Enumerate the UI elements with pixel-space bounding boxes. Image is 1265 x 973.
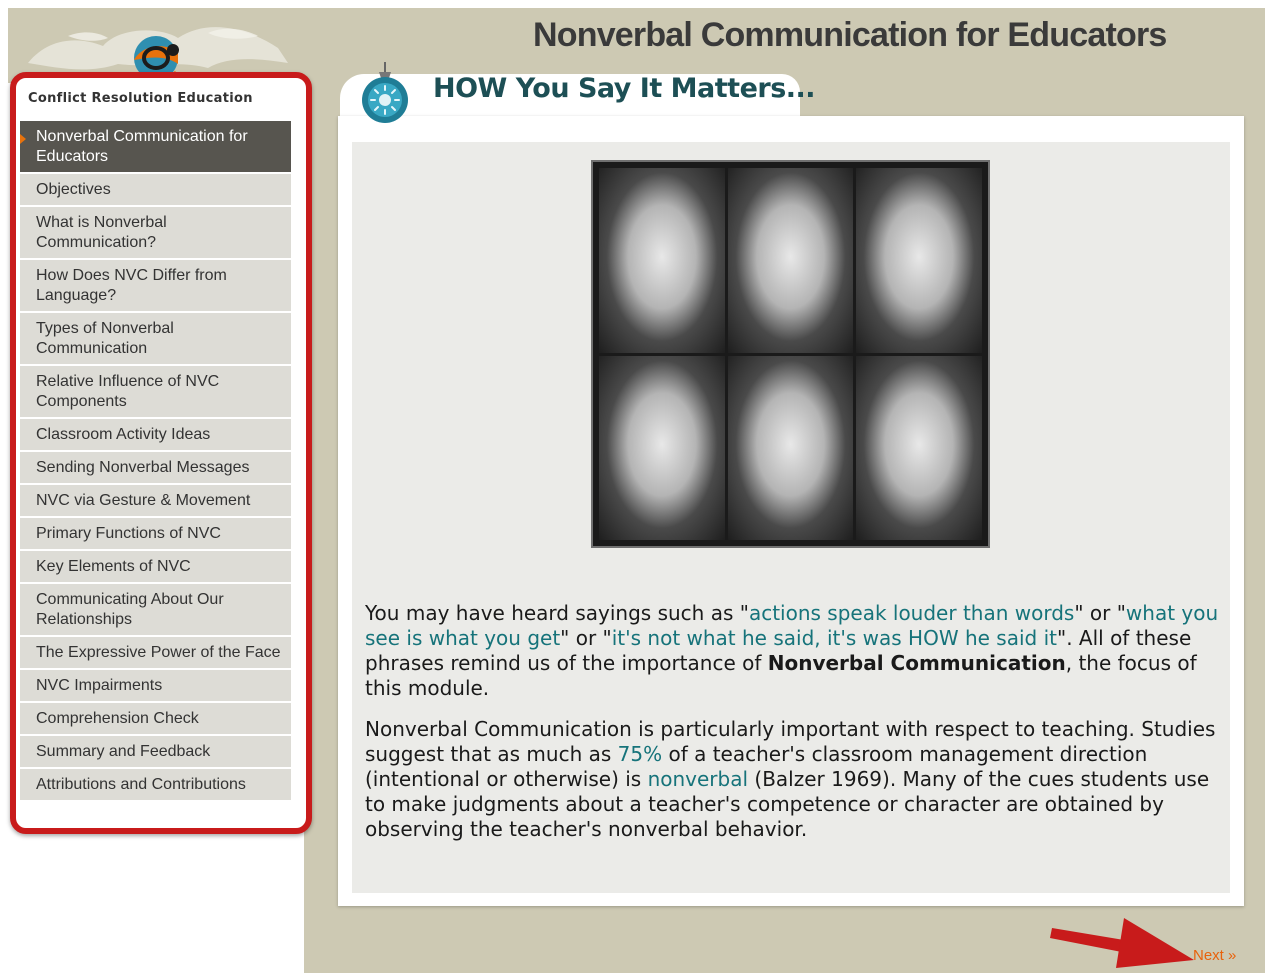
section-heading: HOW You Say It Matters...: [433, 73, 816, 104]
sidebar-heading: Conflict Resolution Education: [28, 91, 253, 106]
bold-term: Nonverbal Communication: [767, 651, 1066, 675]
sidebar-item-sending-nonverbal-messages[interactable]: Sending Nonverbal Messages: [20, 452, 291, 485]
text-run: " or ": [1074, 601, 1126, 625]
sidebar-item-comprehension-check[interactable]: Comprehension Check: [20, 703, 291, 736]
sidebar-item-attributions-and-contributions[interactable]: Attributions and Contributions: [20, 769, 291, 802]
highlight-phrase: nonverbal: [647, 767, 749, 791]
next-link[interactable]: Next »: [1193, 947, 1236, 964]
face-photo: [599, 168, 725, 353]
red-arrow-icon: [1048, 912, 1196, 972]
highlight-phrase: it's not what he said, it's was HOW he s…: [611, 626, 1057, 650]
sidebar-item-summary-and-feedback[interactable]: Summary and Feedback: [20, 736, 291, 769]
highlight-phrase: actions speak louder than words: [748, 601, 1075, 625]
sidebar-nav: Nonverbal Communication for Educators Ob…: [20, 121, 291, 802]
sidebar-item-types-of-nonverbal-communication[interactable]: Types of Nonverbal Communication: [20, 313, 291, 366]
face-photo: [727, 168, 854, 353]
sidebar-item-primary-functions-of-nvc[interactable]: Primary Functions of NVC: [20, 518, 291, 551]
text-run: You may have heard sayings such as ": [365, 601, 749, 625]
sidebar-item-classroom-activity-ideas[interactable]: Classroom Activity Ideas: [20, 419, 291, 452]
sidebar-item-objectives[interactable]: Objectives: [20, 174, 291, 207]
face-photo: [856, 355, 982, 540]
body-text: You may have heard sayings such as "acti…: [365, 601, 1223, 858]
sidebar-item-relative-influence-of-nvc[interactable]: Relative Influence of NVC Components: [20, 366, 291, 419]
page-title: Nonverbal Communication for Educators: [533, 16, 1167, 54]
sidebar-item-what-is-nonverbal-communication[interactable]: What is Nonverbal Communication?: [20, 207, 291, 260]
sidebar-item-key-elements-of-nvc[interactable]: Key Elements of NVC: [20, 551, 291, 584]
facial-expressions-image: [591, 160, 990, 548]
highlight-phrase: 75%: [617, 742, 663, 766]
intro-paragraph: You may have heard sayings such as "acti…: [365, 601, 1223, 701]
sidebar-item-nvc-via-gesture-movement[interactable]: NVC via Gesture & Movement: [20, 485, 291, 518]
teaching-paragraph: Nonverbal Communication is particularly …: [365, 717, 1223, 842]
sidebar-item-nonverbal-communication-for-educators[interactable]: Nonverbal Communication for Educators: [20, 121, 291, 174]
face-photo: [599, 355, 725, 540]
sidebar-item-nvc-impairments[interactable]: NVC Impairments: [20, 670, 291, 703]
sidebar-item-how-nvc-differs-from-language[interactable]: How Does NVC Differ from Language?: [20, 260, 291, 313]
face-photo: [727, 355, 854, 540]
sidebar-item-expressive-power-of-face[interactable]: The Expressive Power of the Face: [20, 637, 291, 670]
sidebar-item-communicating-about-relationships[interactable]: Communicating About Our Relationships: [20, 584, 291, 637]
face-photo: [856, 168, 982, 353]
text-run: " or ": [560, 626, 612, 650]
section-ornament-icon: [360, 60, 410, 124]
